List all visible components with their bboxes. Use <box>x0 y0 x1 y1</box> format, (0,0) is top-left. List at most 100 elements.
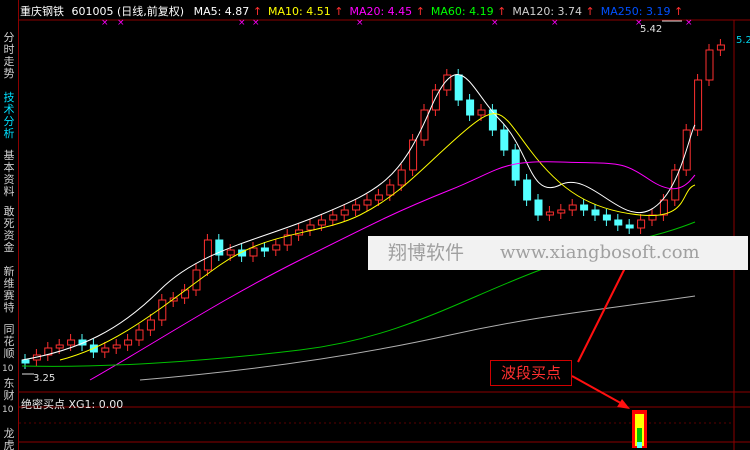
sidebar-tab[interactable]: 同花顺 <box>0 324 18 360</box>
ma-trend-arrow: ↑ <box>585 5 595 18</box>
candle-body <box>625 224 634 229</box>
callout-arrow-down <box>571 375 627 407</box>
high-price-label: 5.42 <box>640 24 662 35</box>
candle-body <box>614 219 623 226</box>
candle-body <box>203 239 212 271</box>
candle-body <box>466 99 475 116</box>
candle-body <box>329 214 338 221</box>
candle-body <box>158 299 167 321</box>
candle-body <box>557 209 566 214</box>
candle-body <box>374 194 383 201</box>
candle-body <box>306 224 315 231</box>
candle-body <box>397 169 406 186</box>
sidebar-tab[interactable]: 龙虎 <box>0 428 18 450</box>
candle-body <box>55 344 64 349</box>
ma-trend-arrow: ↑ <box>497 5 507 18</box>
ma-trend-arrow: ↑ <box>673 5 684 18</box>
candle-body <box>705 49 714 81</box>
stock-name: 重庆钢铁 <box>20 5 64 18</box>
svg-text:×: × <box>635 18 643 28</box>
candle-body <box>602 214 611 221</box>
candle-body <box>260 247 269 252</box>
candle-body <box>317 219 326 226</box>
candle-body <box>591 209 600 216</box>
candle-body <box>500 129 509 151</box>
candlestick-group <box>21 39 725 369</box>
candle-body <box>523 179 532 201</box>
watermark-url: www.xiangbosoft.com <box>500 242 700 263</box>
svg-text:×: × <box>685 18 693 28</box>
right-axis-price: 5.2 <box>736 35 750 46</box>
sidebar-tab[interactable]: 新维赛特 <box>0 266 18 314</box>
candle-body <box>637 219 646 229</box>
candle-body <box>181 289 190 299</box>
ma-legend-item: MA20: 4.45 <box>349 5 416 18</box>
period-label: (日线,前复权) <box>117 5 185 18</box>
svg-text:×: × <box>356 18 364 28</box>
candle-body <box>67 339 76 346</box>
svg-text:×: × <box>252 18 260 28</box>
candle-body <box>272 244 281 251</box>
candle-body <box>352 204 361 211</box>
ma-trend-arrow: ↑ <box>252 5 263 18</box>
candle-body <box>694 79 703 131</box>
candle-body <box>21 359 30 364</box>
candle-body <box>112 344 121 349</box>
sidebar-tab[interactable]: 敢死资金 <box>0 206 18 254</box>
moving-average-lines <box>21 74 696 381</box>
indicator-label: 绝密买点 XG1: 0.00 <box>21 398 124 411</box>
candle-body <box>363 199 372 206</box>
stock-code: 601005 <box>71 5 114 18</box>
kline-chart[interactable]: 3.25 5.42 × × × × × × × × × <box>0 0 750 450</box>
candle-body <box>249 247 258 257</box>
svg-text:×: × <box>551 18 559 28</box>
candle-body <box>340 209 349 216</box>
sidebar-tab[interactable]: 东财 <box>0 378 18 402</box>
candle-body <box>716 44 725 51</box>
candle-body <box>534 199 543 216</box>
candle-body <box>420 109 429 141</box>
left-sidebar: 分时走势技术分析基本资料敢死资金新维赛特同花顺东财龙虎 10 10 <box>0 0 19 450</box>
watermark-banner: 翔博软件 www.xiangbosoft.com <box>368 236 748 270</box>
stock-chart-window: 3.25 5.42 × × × × × × × × × 重庆钢铁 601005 (日线,… <box>0 0 750 450</box>
sidebar-number: 10 <box>2 405 14 415</box>
ma-legend-item: MA120: 3.74 <box>512 5 586 18</box>
buy-point-callout: 波段买点 <box>490 360 572 386</box>
sidebar-number: 10 <box>2 364 14 374</box>
ma-trend-arrow: ↑ <box>334 5 344 18</box>
ma-trend-arrow: ↑ <box>415 5 425 18</box>
candle-body <box>488 109 497 131</box>
candle-body <box>226 249 235 256</box>
sidebar-tab[interactable]: 分时走势 <box>0 32 18 80</box>
candle-body <box>580 204 589 211</box>
candle-body <box>124 339 133 346</box>
ma-legend-item: MA5: 4.87 <box>193 5 253 18</box>
ma5-line <box>21 74 696 361</box>
ma-legend-item: MA250: 3.19 <box>600 5 674 18</box>
candle-body <box>146 319 155 331</box>
ma120-line <box>139 295 696 381</box>
watermark-brand: 翔博软件 <box>388 242 465 264</box>
svg-text:×: × <box>117 18 125 28</box>
ma-legend-item: MA60: 4.19 <box>430 5 498 18</box>
low-price-label: 3.25 <box>33 373 55 384</box>
candle-body <box>477 109 486 116</box>
candle-body <box>386 184 395 196</box>
chart-header: 重庆钢铁 601005 (日线,前复权) MA5: 4.87 ↑ MA10: 4.… <box>20 3 684 18</box>
callout-arrow-up <box>577 261 629 363</box>
candle-body <box>101 347 110 353</box>
sidebar-tab[interactable]: 基本资料 <box>0 150 18 198</box>
candle-body <box>545 211 554 216</box>
svg-text:×: × <box>101 18 109 28</box>
candle-body <box>511 149 520 181</box>
svg-text:×: × <box>238 18 246 28</box>
buy-signal-cyan <box>637 442 642 448</box>
buy-signal-green <box>637 428 642 442</box>
candle-body <box>659 199 668 216</box>
candle-body <box>568 204 577 211</box>
candle-body <box>135 329 144 341</box>
ma-legend-item: MA10: 4.51 <box>268 5 335 18</box>
ma-legend: MA5: 4.87 ↑ MA10: 4.51 ↑ MA20: 4.45 ↑ MA60:… <box>188 5 684 18</box>
sidebar-tab[interactable]: 技术分析 <box>0 92 18 140</box>
svg-text:×: × <box>491 18 499 28</box>
